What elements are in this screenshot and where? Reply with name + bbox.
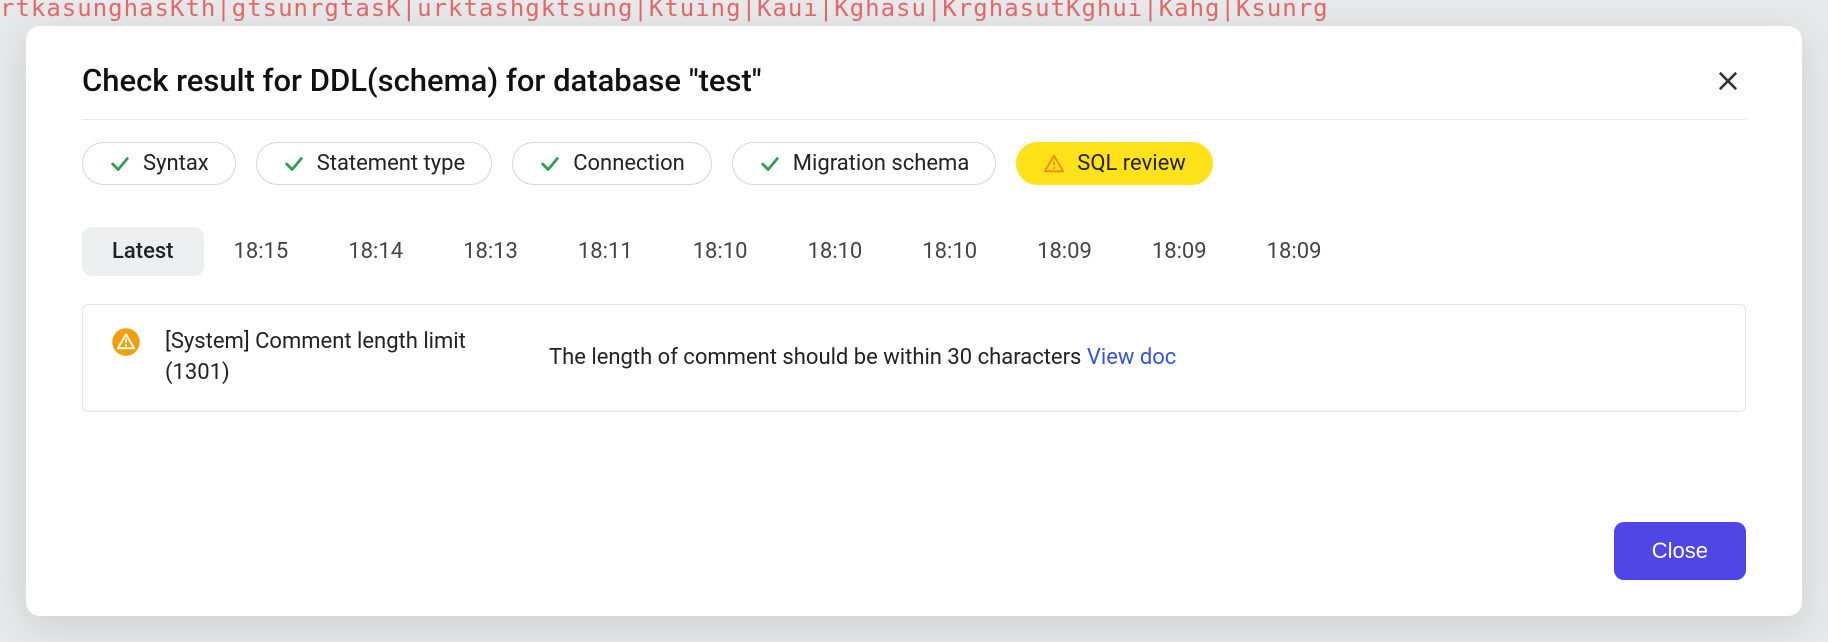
modal-title: Check result for DDL(schema) for databas… <box>82 62 762 99</box>
tab-time[interactable]: 18:15 <box>204 227 319 276</box>
pill-migration-schema[interactable]: Migration schema <box>732 142 997 185</box>
issue-row: [System] Comment length limit (1301) The… <box>82 304 1746 412</box>
view-doc-link[interactable]: View doc <box>1087 345 1176 370</box>
warning-icon <box>1043 153 1065 175</box>
check-icon <box>759 153 781 175</box>
modal-footer: Close <box>82 492 1746 580</box>
modal-header: Check result for DDL(schema) for databas… <box>82 62 1746 120</box>
pill-label: Syntax <box>143 151 209 176</box>
close-button[interactable]: Close <box>1614 522 1746 580</box>
tab-time[interactable]: 18:09 <box>1007 227 1122 276</box>
pill-sql-review[interactable]: SQL review <box>1016 142 1213 185</box>
pill-connection[interactable]: Connection <box>512 142 712 185</box>
issue-description-text: The length of comment should be within 3… <box>549 345 1087 370</box>
pill-label: Statement type <box>317 151 465 176</box>
pill-label: Migration schema <box>793 151 970 176</box>
pill-label: SQL review <box>1077 151 1186 176</box>
background-text: rtkasunghasKth|gtsunrgtasK|urktashgktsun… <box>0 0 1329 22</box>
issue-title: [System] Comment length limit (1301) <box>165 327 525 389</box>
tab-time[interactable]: 18:09 <box>1237 227 1352 276</box>
warning-icon <box>111 327 141 357</box>
pill-label: Connection <box>573 151 685 176</box>
time-tabs: Latest 18:15 18:14 18:13 18:11 18:10 18:… <box>82 227 1746 276</box>
tab-time[interactable]: 18:10 <box>663 227 778 276</box>
tab-time[interactable]: 18:10 <box>892 227 1007 276</box>
check-icon <box>283 153 305 175</box>
tab-time[interactable]: 18:10 <box>777 227 892 276</box>
tab-time[interactable]: 18:11 <box>548 227 663 276</box>
tab-time[interactable]: 18:09 <box>1122 227 1237 276</box>
check-pills: Syntax Statement type Connection Migrati… <box>82 142 1746 185</box>
close-icon[interactable] <box>1710 63 1746 99</box>
check-icon <box>539 153 561 175</box>
pill-statement-type[interactable]: Statement type <box>256 142 492 185</box>
check-result-modal: Check result for DDL(schema) for databas… <box>26 26 1802 616</box>
tab-latest[interactable]: Latest <box>82 227 204 276</box>
pill-syntax[interactable]: Syntax <box>82 142 236 185</box>
tab-time[interactable]: 18:14 <box>318 227 433 276</box>
issue-description: The length of comment should be within 3… <box>549 345 1717 370</box>
tab-time[interactable]: 18:13 <box>433 227 548 276</box>
check-icon <box>109 153 131 175</box>
